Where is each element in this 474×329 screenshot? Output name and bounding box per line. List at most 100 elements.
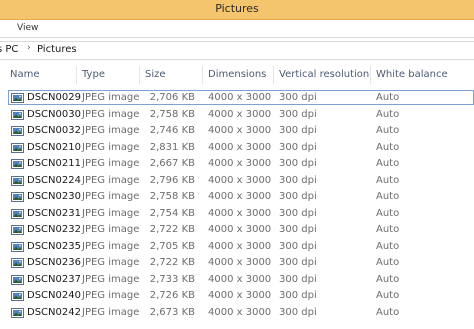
image-file-icon bbox=[11, 307, 24, 318]
file-size: 2,706 KB bbox=[149, 92, 195, 103]
file-name: DSCN0224 bbox=[27, 174, 81, 186]
image-file-icon bbox=[11, 291, 24, 301]
column-divider[interactable] bbox=[202, 66, 203, 84]
file-dimensions: 4000 x 3000 bbox=[208, 141, 272, 153]
column-divider[interactable] bbox=[370, 66, 371, 84]
file-row[interactable]: DSCN0236 JPEG image 2,722 KB 4000 x 3000 300… bbox=[0, 255, 474, 272]
image-file-icon bbox=[11, 258, 24, 268]
file-white-balance: Auto bbox=[376, 108, 400, 120]
image-file-icon bbox=[11, 109, 24, 120]
file-vertical-resolution: 300 dpi bbox=[279, 125, 317, 136]
file-white-balance: Auto bbox=[376, 306, 400, 318]
file-type: JPEG image bbox=[82, 290, 140, 301]
file-name: DSCN0231 bbox=[27, 207, 81, 219]
image-file-icon bbox=[11, 274, 24, 285]
file-white-balance: Auto bbox=[376, 273, 400, 285]
file-size: 2,746 KB bbox=[149, 125, 195, 136]
file-dimensions: 4000 x 3000 bbox=[208, 306, 272, 318]
file-white-balance: Auto bbox=[376, 191, 400, 202]
breadcrumb-pictures[interactable]: Pictures bbox=[37, 44, 77, 55]
file-vertical-resolution: 300 dpi bbox=[279, 108, 317, 120]
file-name: DSCN0030 bbox=[27, 108, 81, 120]
file-name: DSCN0242 bbox=[27, 306, 81, 318]
file-vertical-resolution: 300 dpi bbox=[279, 174, 317, 186]
title-bar: Pictures bbox=[0, 0, 474, 20]
file-type: JPEG image bbox=[82, 92, 140, 103]
file-white-balance: Auto bbox=[376, 141, 400, 153]
file-row[interactable]: DSCN0242 JPEG image 2,673 KB 4000 x 3000 300… bbox=[0, 305, 474, 322]
column-name[interactable]: Name bbox=[10, 69, 40, 80]
file-size: 2,758 KB bbox=[149, 108, 195, 120]
file-row[interactable]: DSCN0210 JPEG image 2,831 KB 4000 x 3000 300… bbox=[0, 140, 474, 157]
file-dimensions: 4000 x 3000 bbox=[208, 191, 272, 202]
file-row[interactable]: DSCN0230 JPEG image 2,758 KB 4000 x 3000 300… bbox=[0, 189, 474, 206]
file-row[interactable]: DSCN0211 JPEG image 2,667 KB 4000 x 3000 300… bbox=[0, 156, 474, 173]
view-menu-tab[interactable]: View bbox=[17, 23, 38, 33]
file-size: 2,754 KB bbox=[149, 207, 195, 219]
file-row[interactable]: DSCN0224 JPEG image 2,796 KB 4000 x 3000 300… bbox=[0, 173, 474, 190]
file-size: 2,722 KB bbox=[149, 224, 195, 235]
file-row[interactable]: DSCN0030 JPEG image 2,758 KB 4000 x 3000 300… bbox=[0, 107, 474, 124]
file-row[interactable]: DSCN0029 JPEG image 2,706 KB 4000 x 3000 300… bbox=[0, 90, 474, 107]
file-type: JPEG image bbox=[82, 125, 140, 136]
file-dimensions: 4000 x 3000 bbox=[208, 158, 272, 169]
file-row[interactable]: DSCN0235 JPEG image 2,705 KB 4000 x 3000 300… bbox=[0, 239, 474, 256]
file-white-balance: Auto bbox=[376, 240, 400, 252]
file-vertical-resolution: 300 dpi bbox=[279, 290, 317, 301]
window-title: Pictures bbox=[215, 2, 259, 15]
file-type: JPEG image bbox=[82, 273, 140, 285]
column-type[interactable]: Type bbox=[82, 69, 105, 80]
column-divider[interactable] bbox=[273, 66, 274, 84]
file-name: DSCN0237 bbox=[27, 273, 81, 285]
file-name: DSCN0232 bbox=[27, 224, 81, 235]
file-vertical-resolution: 300 dpi bbox=[279, 207, 317, 219]
file-row[interactable]: DSCN0240 JPEG image 2,726 KB 4000 x 3000 300… bbox=[0, 288, 474, 305]
file-type: JPEG image bbox=[82, 174, 140, 186]
column-white-balance[interactable]: White balance bbox=[376, 69, 448, 80]
file-type: JPEG image bbox=[82, 257, 140, 268]
file-size: 2,722 KB bbox=[149, 257, 195, 268]
column-header: Name Type Size Dimensions Vertical resol… bbox=[0, 66, 474, 84]
file-white-balance: Auto bbox=[376, 125, 400, 136]
image-file-icon bbox=[11, 208, 24, 219]
file-name: DSCN0032 bbox=[27, 125, 81, 136]
file-white-balance: Auto bbox=[376, 207, 400, 219]
file-dimensions: 4000 x 3000 bbox=[208, 257, 272, 268]
breadcrumb-this-pc[interactable]: s PC bbox=[0, 44, 18, 55]
address-bar[interactable]: s PC › Pictures bbox=[0, 41, 474, 60]
file-vertical-resolution: 300 dpi bbox=[279, 224, 317, 235]
file-row[interactable]: DSCN0231 JPEG image 2,754 KB 4000 x 3000 300… bbox=[0, 206, 474, 223]
file-vertical-resolution: 300 dpi bbox=[279, 273, 317, 285]
column-vertical-resolution[interactable]: Vertical resolution bbox=[279, 69, 369, 80]
column-size[interactable]: Size bbox=[145, 69, 166, 80]
file-name: DSCN0230 bbox=[27, 191, 81, 202]
file-white-balance: Auto bbox=[376, 290, 400, 301]
file-dimensions: 4000 x 3000 bbox=[208, 224, 272, 235]
file-type: JPEG image bbox=[82, 141, 140, 153]
file-dimensions: 4000 x 3000 bbox=[208, 92, 272, 103]
file-dimensions: 4000 x 3000 bbox=[208, 174, 272, 186]
file-row[interactable]: DSCN0237 JPEG image 2,733 KB 4000 x 3000 300… bbox=[0, 272, 474, 289]
breadcrumb-separator[interactable]: › bbox=[27, 43, 31, 53]
file-size: 2,673 KB bbox=[149, 306, 195, 318]
file-vertical-resolution: 300 dpi bbox=[279, 257, 317, 268]
column-divider[interactable] bbox=[139, 66, 140, 84]
file-type: JPEG image bbox=[82, 207, 140, 219]
column-divider[interactable] bbox=[76, 66, 77, 84]
file-size: 2,667 KB bbox=[149, 158, 195, 169]
file-vertical-resolution: 300 dpi bbox=[279, 191, 317, 202]
file-dimensions: 4000 x 3000 bbox=[208, 207, 272, 219]
file-white-balance: Auto bbox=[376, 224, 400, 235]
file-white-balance: Auto bbox=[376, 158, 400, 169]
file-dimensions: 4000 x 3000 bbox=[208, 108, 272, 120]
file-size: 2,733 KB bbox=[149, 273, 195, 285]
file-row[interactable]: DSCN0232 JPEG image 2,722 KB 4000 x 3000 300… bbox=[0, 222, 474, 239]
column-dimensions[interactable]: Dimensions bbox=[208, 69, 266, 80]
file-dimensions: 4000 x 3000 bbox=[208, 290, 272, 301]
file-size: 2,796 KB bbox=[149, 174, 195, 186]
file-row[interactable]: DSCN0032 JPEG image 2,746 KB 4000 x 3000 300… bbox=[0, 123, 474, 140]
image-file-icon bbox=[11, 175, 24, 186]
file-size: 2,726 KB bbox=[149, 290, 195, 301]
file-vertical-resolution: 300 dpi bbox=[279, 92, 317, 103]
file-dimensions: 4000 x 3000 bbox=[208, 273, 272, 285]
